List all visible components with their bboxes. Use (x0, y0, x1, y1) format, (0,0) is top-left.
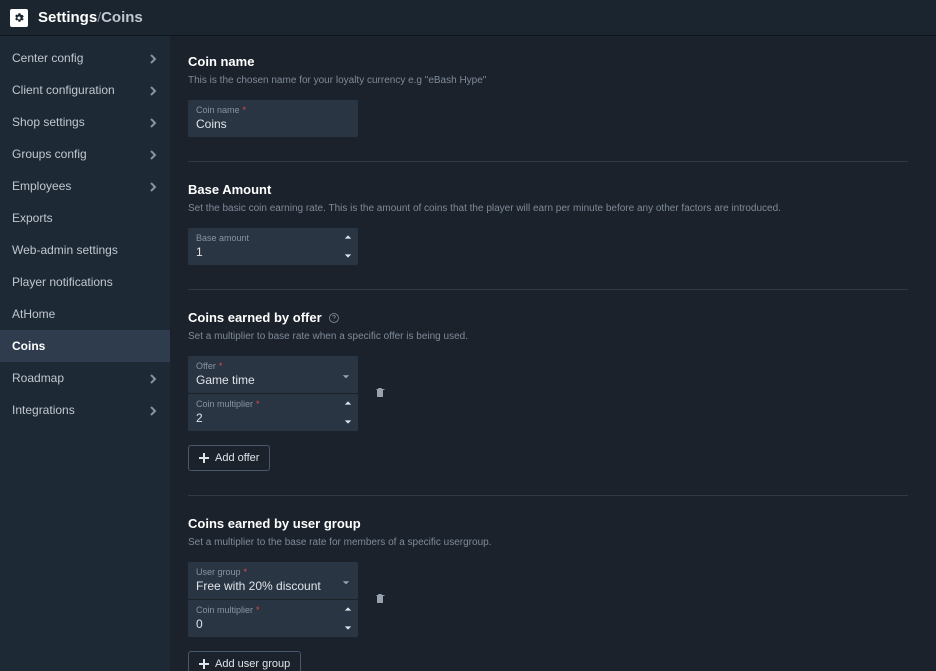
step-up-button[interactable] (338, 228, 358, 247)
add-offer-button[interactable]: Add offer (188, 445, 270, 471)
section-base-amount: Base Amount Set the basic coin earning r… (188, 182, 908, 290)
coin-name-input[interactable] (188, 115, 358, 137)
stepper (338, 394, 358, 431)
section-by-offer: Coins earned by offer Set a multiplier t… (188, 310, 908, 496)
required-star: * (256, 605, 260, 615)
group-select[interactable]: User group* Free with 20% discount (188, 562, 358, 599)
sidebar-item-center-config[interactable]: Center config (0, 42, 170, 74)
chevron-right-icon (148, 85, 158, 95)
base-amount-input[interactable] (188, 243, 358, 265)
delete-group-button[interactable] (370, 588, 390, 611)
sidebar-item-label: Center config (12, 51, 83, 65)
section-desc: Set the basic coin earning rate. This is… (188, 203, 908, 214)
section-coin-name: Coin name This is the chosen name for yo… (188, 54, 908, 162)
plus-icon (199, 659, 209, 669)
stepper (338, 228, 358, 265)
sidebar-item-roadmap[interactable]: Roadmap (0, 362, 170, 394)
sidebar-item-label: Client configuration (12, 83, 115, 97)
offer-multiplier-field[interactable]: Coin multiplier* (188, 393, 358, 431)
titlebar: Settings/Coins (0, 0, 936, 36)
chevron-right-icon (148, 405, 158, 415)
step-down-button[interactable] (338, 413, 358, 432)
sidebar-item-player-notifications[interactable]: Player notifications (0, 266, 170, 298)
sidebar-item-groups-config[interactable]: Groups config (0, 138, 170, 170)
stepper (338, 600, 358, 637)
breadcrumb-sub: Coins (101, 9, 143, 26)
sidebar: Center config Client configuration Shop se… (0, 36, 170, 671)
help-icon[interactable] (328, 312, 340, 324)
offer-value: Game time (188, 371, 358, 393)
content: Coin name This is the chosen name for yo… (170, 36, 936, 671)
step-up-button[interactable] (338, 394, 358, 413)
sidebar-item-coins[interactable]: Coins (0, 330, 170, 362)
field-label: User group (196, 567, 241, 577)
chevron-right-icon (148, 117, 158, 127)
required-star: * (219, 361, 223, 371)
breadcrumb: Settings/Coins (38, 9, 143, 27)
step-down-button[interactable] (338, 247, 358, 266)
add-group-button[interactable]: Add user group (188, 651, 301, 671)
sidebar-item-label: Employees (12, 179, 71, 193)
section-desc: Set a multiplier to base rate when a spe… (188, 331, 908, 342)
base-amount-field[interactable]: Base amount (188, 228, 358, 265)
plus-icon (199, 453, 209, 463)
required-star: * (244, 567, 248, 577)
delete-offer-button[interactable] (370, 382, 390, 405)
sidebar-item-shop-settings[interactable]: Shop settings (0, 106, 170, 138)
offer-select[interactable]: Offer* Game time (188, 356, 358, 393)
button-label: Add offer (215, 452, 259, 464)
section-desc: Set a multiplier to the base rate for me… (188, 537, 908, 548)
group-multiplier-input[interactable] (188, 615, 358, 637)
button-label: Add user group (215, 658, 290, 670)
section-title: Coin name (188, 54, 908, 69)
sidebar-item-label: Player notifications (12, 275, 113, 289)
step-down-button[interactable] (338, 619, 358, 638)
required-star: * (256, 399, 260, 409)
sidebar-item-label: Shop settings (12, 115, 85, 129)
required-star: * (243, 105, 247, 115)
step-up-button[interactable] (338, 600, 358, 619)
gear-icon (10, 9, 28, 27)
chevron-right-icon (148, 149, 158, 159)
chevron-down-icon (342, 367, 350, 385)
sidebar-item-label: Exports (12, 211, 53, 225)
field-label: Base amount (196, 233, 249, 243)
field-label: Offer (196, 361, 216, 371)
group-multiplier-field[interactable]: Coin multiplier* (188, 599, 358, 637)
sidebar-item-label: Groups config (12, 147, 87, 161)
sidebar-item-label: Web-admin settings (12, 243, 118, 257)
chevron-right-icon (148, 181, 158, 191)
coin-name-field[interactable]: Coin name* (188, 100, 358, 137)
sidebar-item-employees[interactable]: Employees (0, 170, 170, 202)
section-by-group: Coins earned by user group Set a multipl… (188, 516, 908, 671)
section-title: Base Amount (188, 182, 908, 197)
sidebar-item-web-admin-settings[interactable]: Web-admin settings (0, 234, 170, 266)
chevron-right-icon (148, 53, 158, 63)
sidebar-item-athome[interactable]: AtHome (0, 298, 170, 330)
chevron-right-icon (148, 373, 158, 383)
sidebar-item-client-configuration[interactable]: Client configuration (0, 74, 170, 106)
sidebar-item-label: Coins (12, 339, 45, 353)
section-desc: This is the chosen name for your loyalty… (188, 75, 908, 86)
sidebar-item-label: AtHome (12, 307, 55, 321)
offer-multiplier-input[interactable] (188, 409, 358, 431)
field-label: Coin multiplier (196, 605, 253, 615)
section-title: Coins earned by user group (188, 516, 908, 531)
breadcrumb-main: Settings (38, 9, 97, 26)
sidebar-item-label: Roadmap (12, 371, 64, 385)
chevron-down-icon (342, 573, 350, 591)
sidebar-item-integrations[interactable]: Integrations (0, 394, 170, 426)
group-value: Free with 20% discount (188, 577, 358, 599)
section-title: Coins earned by offer (188, 310, 322, 325)
sidebar-item-label: Integrations (12, 403, 75, 417)
field-label: Coin multiplier (196, 399, 253, 409)
field-label: Coin name (196, 105, 240, 115)
sidebar-item-exports[interactable]: Exports (0, 202, 170, 234)
